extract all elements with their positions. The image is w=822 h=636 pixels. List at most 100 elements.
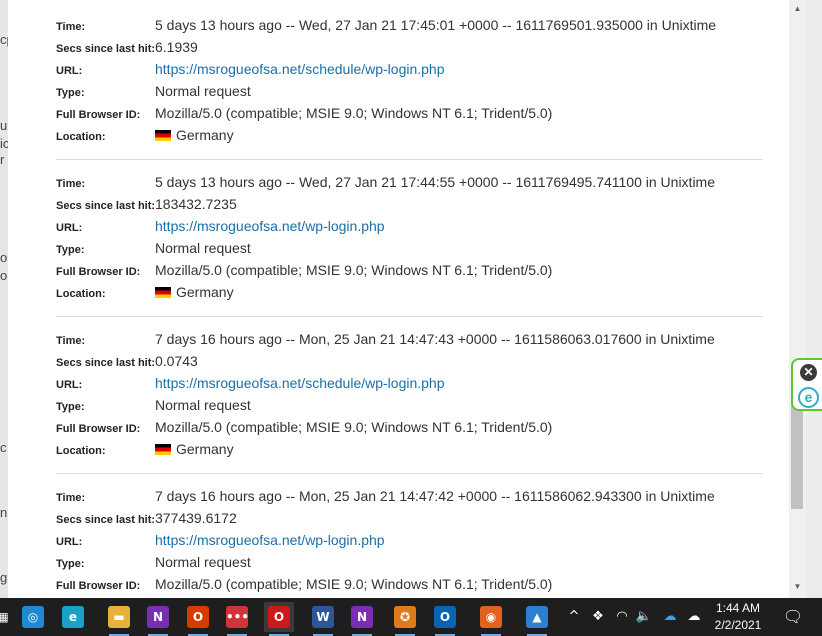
right-edge-strip	[806, 0, 822, 598]
location-value: Germany	[155, 125, 234, 145]
type-label: Type:	[56, 558, 85, 570]
start-icon[interactable]: ▦	[0, 602, 18, 632]
location-row: Location: Germany	[56, 282, 763, 304]
eset-close-icon[interactable]: ✕	[800, 364, 817, 381]
type-value: Normal request	[155, 83, 251, 99]
secs-since-last-hit-value: 183432.7235	[155, 196, 237, 212]
file-explorer-icon-glyph: ▬	[108, 606, 130, 628]
url-value[interactable]: https://msrogueofsa.net/wp-login.php	[155, 216, 385, 236]
wifi-icon[interactable]: ◠	[612, 598, 632, 636]
notifications-icon[interactable]: 🗨	[778, 602, 808, 632]
type-label: Type:	[56, 401, 85, 413]
scroll-down-arrow[interactable]: ▼	[789, 580, 806, 594]
firefox-app-icon-glyph: ◉	[480, 606, 502, 628]
onenote-app-icon[interactable]: N	[143, 602, 173, 636]
type-row: Type: Normal request	[56, 81, 763, 103]
remote-app-icon[interactable]: •••	[222, 602, 252, 636]
location-label: Location:	[56, 288, 106, 300]
location-value: Germany	[155, 439, 234, 459]
background-text-fragment: n	[0, 505, 8, 520]
background-text-fragment: o	[0, 250, 8, 265]
file-explorer-icon[interactable]: ▬	[104, 602, 134, 636]
eset-logo-icon[interactable]: e	[798, 387, 819, 408]
vertical-scrollbar[interactable]: ▲ ▼	[789, 0, 806, 598]
firefox-app-icon[interactable]: ◉	[476, 602, 506, 636]
location-label: Location:	[56, 131, 106, 143]
full-browser-id-value: Mozilla/5.0 (compatible; MSIE 9.0; Windo…	[155, 105, 553, 121]
volume-icon[interactable]: 🔈	[634, 598, 654, 636]
url-label: URL:	[56, 65, 83, 77]
type-value: Normal request	[155, 397, 251, 413]
word-app-icon-glyph: W	[312, 606, 334, 628]
type-row: Type: Normal request	[56, 395, 763, 417]
full-browser-id-row: Full Browser ID: Mozilla/5.0 (compatible;…	[56, 574, 763, 596]
scroll-thumb[interactable]	[791, 405, 803, 509]
time-value: 7 days 16 hours ago -- Mon, 25 Jan 21 14…	[155, 488, 715, 504]
entry-divider	[56, 159, 763, 160]
vpn-app-icon[interactable]: ✪	[390, 602, 420, 636]
photos-app-icon[interactable]: ▲	[522, 602, 552, 636]
time-label: Time:	[56, 335, 86, 347]
secs-since-last-hit-value: 377439.6172	[155, 510, 237, 526]
type-value: Normal request	[155, 240, 251, 256]
cortana-app-icon[interactable]: ◎	[18, 602, 48, 632]
url-value[interactable]: https://msrogueofsa.net/schedule/wp-logi…	[155, 373, 445, 393]
scroll-up-arrow[interactable]: ▲	[789, 2, 806, 16]
url-row: URL: https://msrogueofsa.net/schedule/wp-…	[56, 373, 763, 395]
background-page-edge: cp u icr o or c n g	[0, 0, 8, 598]
url-value[interactable]: https://msrogueofsa.net/wp-login.php	[155, 530, 385, 550]
opera-app-icon[interactable]: O	[264, 602, 294, 636]
onenote-app-icon-2-glyph: N	[351, 606, 373, 628]
germany-flag-icon	[155, 287, 171, 298]
onenote-app-icon-2[interactable]: N	[347, 602, 377, 636]
hit-details-panel: Time: 5 days 13 hours ago -- Wed, 27 Jan …	[8, 0, 789, 598]
eset-widget[interactable]: ✕ e	[791, 358, 822, 411]
time-label: Time:	[56, 178, 86, 190]
url-row: URL: https://msrogueofsa.net/wp-login.php	[56, 216, 763, 238]
secs-since-last-hit-row: Secs since last hit: 0.0743	[56, 351, 763, 373]
onedrive-icon[interactable]: ☁	[660, 598, 680, 636]
full-browser-id-row: Full Browser ID: Mozilla/5.0 (compatible;…	[56, 103, 763, 125]
germany-flag-icon	[155, 444, 171, 455]
background-text-fragment: g	[0, 570, 8, 585]
secs-since-last-hit-value: 6.1939	[155, 39, 198, 55]
time-value: 5 days 13 hours ago -- Wed, 27 Jan 21 17…	[155, 17, 717, 33]
time-row: Time: 5 days 13 hours ago -- Wed, 27 Jan …	[56, 172, 763, 194]
secs-since-last-hit-row: Secs since last hit: 6.1939	[56, 37, 763, 59]
full-browser-id-label: Full Browser ID:	[56, 580, 141, 592]
full-browser-id-value: Mozilla/5.0 (compatible; MSIE 9.0; Windo…	[155, 262, 553, 278]
opera-app-icon-glyph: O	[268, 606, 290, 628]
germany-flag-icon	[155, 130, 171, 141]
cortana-app-icon-glyph: ◎	[22, 606, 44, 628]
office-app-icon[interactable]: O	[183, 602, 213, 636]
entry-divider	[56, 316, 763, 317]
secs-since-last-hit-label: Secs since last hit:	[56, 200, 156, 212]
word-app-icon[interactable]: W	[308, 602, 338, 636]
location-row: Location: Germany	[56, 125, 763, 147]
dropbox-tray-icon[interactable]: ❖	[588, 598, 608, 636]
type-value: Normal request	[155, 554, 251, 570]
url-row: URL: https://msrogueofsa.net/wp-login.php	[56, 530, 763, 552]
secs-since-last-hit-row: Secs since last hit: 183432.7235	[56, 194, 763, 216]
url-value[interactable]: https://msrogueofsa.net/schedule/wp-logi…	[155, 59, 445, 79]
start-icon-glyph: ▦	[0, 606, 14, 628]
cloud-icon[interactable]: ☁	[684, 598, 704, 636]
outlook-app-icon[interactable]: O	[430, 602, 460, 636]
url-label: URL:	[56, 379, 83, 391]
edge-app-icon[interactable]: e	[58, 602, 88, 632]
full-browser-id-label: Full Browser ID:	[56, 423, 141, 435]
full-browser-id-row: Full Browser ID: Mozilla/5.0 (compatible;…	[56, 260, 763, 282]
background-text-fragment: or	[0, 268, 8, 283]
system-clock[interactable]: 1:44 AM 2/2/2021	[706, 600, 770, 634]
location-country: Germany	[176, 441, 234, 457]
type-label: Type:	[56, 87, 85, 99]
windows-taskbar: ^ ❖ ◠ 🔈 ☁ ☁ 1:44 AM 2/2/2021 🗨 ▦ ◎ e ▬ N O •••…	[0, 598, 822, 636]
background-text-fragment: u	[0, 118, 8, 133]
background-text-fragment: c	[0, 440, 7, 455]
url-label: URL:	[56, 222, 83, 234]
time-row: Time: 7 days 16 hours ago -- Mon, 25 Jan …	[56, 329, 763, 351]
full-browser-id-row: Full Browser ID: Mozilla/5.0 (compatible;…	[56, 417, 763, 439]
time-value: 5 days 13 hours ago -- Wed, 27 Jan 21 17…	[155, 174, 715, 190]
secs-since-last-hit-label: Secs since last hit:	[56, 43, 156, 55]
tray-chevron-icon[interactable]: ^	[566, 598, 582, 636]
